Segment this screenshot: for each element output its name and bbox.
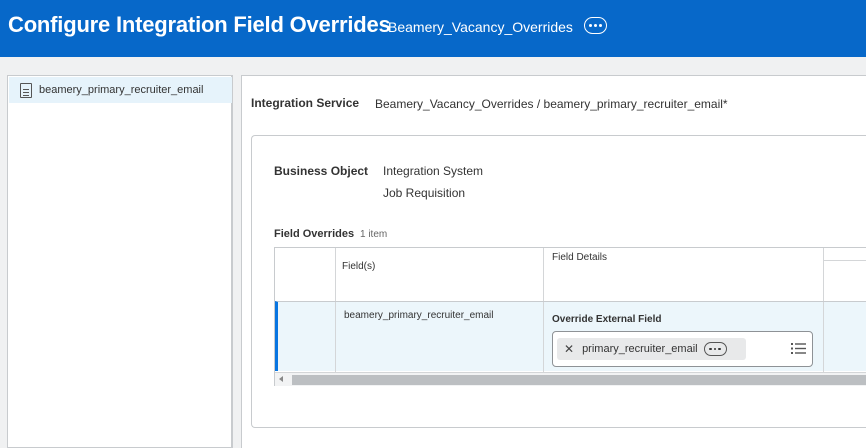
ellipsis-icon — [709, 347, 712, 351]
field-overrides-label: Field Overrides — [274, 228, 355, 240]
business-object-value-2: Job Requisition — [383, 186, 466, 200]
field-overrides-grid: Field(s) Field Details beamery_primary_r… — [274, 247, 866, 386]
page-header: Configure Integration Field Overrides Be… — [0, 0, 866, 57]
chip-value: primary_recruiter_email — [582, 343, 698, 355]
remove-icon[interactable]: ✕ — [564, 342, 574, 356]
document-icon — [20, 82, 32, 98]
row-details-cell: Override External Field ✕ primary_recrui… — [544, 302, 824, 372]
integration-service-value: Beamery_Vacancy_Overrides / beamery_prim… — [375, 97, 728, 111]
integration-service-label: Integration Service — [251, 96, 360, 110]
ellipsis-icon — [589, 24, 592, 27]
chip-related-actions-button[interactable] — [703, 342, 727, 356]
page-subtitle: Beamery_Vacancy_Overrides — [388, 19, 573, 35]
scroll-left-icon[interactable] — [279, 376, 283, 382]
business-object-label: Business Object — [274, 164, 369, 178]
tree-item-label: beamery_primary_recruiter_email — [39, 84, 204, 96]
scrollbar-thumb[interactable] — [292, 375, 866, 385]
override-card: Business Object Integration System Job R… — [251, 135, 866, 428]
row-field-cell: beamery_primary_recruiter_email — [336, 302, 544, 372]
override-external-field-input[interactable]: ✕ primary_recruiter_email — [552, 331, 813, 367]
grid-header-field-details-label: Field Details — [552, 252, 608, 263]
page-title: Configure Integration Field Overrides — [8, 12, 391, 37]
table-row[interactable]: beamery_primary_recruiter_email Override… — [275, 301, 866, 372]
detail-panel: Integration Service Beamery_Vacancy_Over… — [241, 75, 866, 448]
prompt-list-icon[interactable] — [791, 342, 806, 355]
override-external-field-label: Override External Field — [552, 314, 662, 325]
grid-header-fields[interactable]: Field(s) — [336, 248, 544, 301]
grid-header-extra — [824, 248, 866, 301]
horizontal-scrollbar[interactable] — [275, 372, 866, 386]
grid-header-field-details[interactable]: Field Details — [544, 248, 824, 301]
grid-header-fields-label: Field(s) — [342, 261, 376, 272]
tree-panel: beamery_primary_recruiter_email — [7, 75, 233, 448]
row-select-cell[interactable] — [278, 302, 336, 372]
row-field-value: beamery_primary_recruiter_email — [344, 310, 494, 321]
related-actions-button[interactable] — [584, 17, 607, 34]
business-object-value-1: Integration System — [383, 164, 484, 178]
grid-header-row-select — [275, 248, 336, 301]
selected-value-chip[interactable]: ✕ primary_recruiter_email — [557, 338, 746, 360]
field-overrides-count: 1 item — [360, 229, 388, 240]
row-extra-cell — [824, 302, 866, 372]
tree-item-selected[interactable]: beamery_primary_recruiter_email — [9, 77, 232, 103]
